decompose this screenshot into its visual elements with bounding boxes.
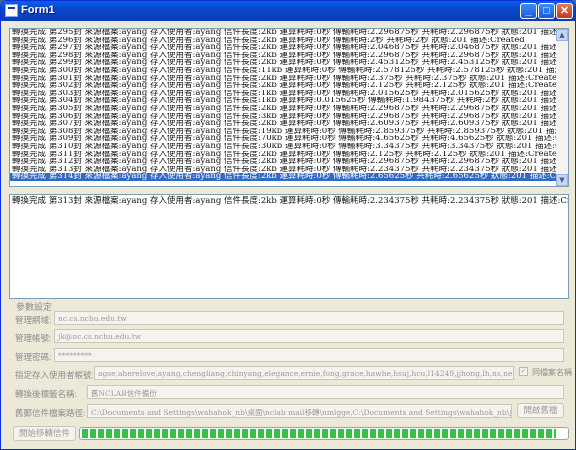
conversion-log-list[interactable]: 轉換完成 第295封 來源檔案:ayang 存入使用者:ayang 信件長度:2…: [9, 28, 569, 187]
log-row[interactable]: 轉換完成 第298封 來源檔案:ayang 存入使用者:ayang 信件長度:2…: [10, 52, 568, 60]
log-row[interactable]: 轉換完成 第310封 來源檔案:ayang 存入使用者:ayang 信件長度:3…: [10, 143, 568, 151]
detail-text-box[interactable]: 轉換完成 第313封 來源檔案:ayang 存入使用者:ayang 信件長度:2…: [9, 194, 569, 299]
log-row[interactable]: 轉換完成 第302封 來源檔案:ayang 存入使用者:ayang 信件長度:2…: [10, 82, 568, 90]
source-path-label: 舊郵信件檔案路徑:: [15, 408, 86, 418]
detail-text: 轉換完成 第313封 來源檔案:ayang 存入使用者:ayang 信件長度:2…: [12, 196, 568, 206]
window-title: Form1: [21, 4, 55, 16]
log-row[interactable]: 轉換完成 第300封 來源檔案:ayang 存入使用者:ayang 信件長度:1…: [10, 67, 568, 75]
close-button[interactable]: ✕: [556, 3, 573, 19]
admin-account-label: 管理帳號:: [15, 333, 52, 343]
target-users-field[interactable]: agse,aherelove,ayang,chengliang,chinyang…: [94, 366, 514, 380]
log-scrollbar[interactable]: ▲ ▼: [556, 29, 568, 186]
app-icon: [5, 4, 18, 17]
converted-folder-field[interactable]: 舊NCLAB信件備份: [87, 385, 564, 399]
same-name-checkbox-label: 同檔案名稱: [532, 368, 572, 377]
log-row[interactable]: 轉換完成 第308封 來源檔案:ayang 存入使用者:ayang 信件長度:1…: [10, 128, 568, 136]
log-row[interactable]: 轉換完成 第306封 來源檔案:ayang 存入使用者:ayang 信件長度:3…: [10, 113, 568, 121]
log-row[interactable]: 轉換完成 第299封 來源檔案:ayang 存入使用者:ayang 信件長度:2…: [10, 59, 568, 67]
log-row[interactable]: 轉換完成 第305封 來源檔案:ayang 存入使用者:ayang 信件長度:2…: [10, 105, 568, 113]
admin-account-field[interactable]: jk@nc.cs.nchu.edu.tw: [54, 329, 564, 343]
admin-password-label: 管理密碼:: [15, 352, 52, 362]
log-row[interactable]: 轉換完成 第313封 來源檔案:ayang 存入使用者:ayang 信件長度:2…: [10, 166, 568, 174]
scroll-up-icon[interactable]: ▲: [556, 29, 568, 41]
scroll-down-icon[interactable]: ▼: [556, 174, 568, 186]
log-row[interactable]: 轉換完成 第301封 來源檔案:ayang 存入使用者:ayang 信件長度:2…: [10, 75, 568, 83]
target-users-label: 指定存入使用者帳號:: [15, 370, 94, 380]
log-row[interactable]: 轉換完成 第311封 來源檔案:ayang 存入使用者:ayang 信件長度:2…: [10, 151, 568, 159]
start-migration-button[interactable]: 開始移轉信件: [13, 426, 76, 441]
admin-url-field[interactable]: nc.cs.nchu.edu.tw: [54, 311, 564, 325]
log-row[interactable]: 轉換完成 第307封 來源檔案:ayang 存入使用者:ayang 信件長度:2…: [10, 120, 568, 128]
log-row[interactable]: 轉換完成 第312封 來源檔案:ayang 存入使用者:ayang 信件長度:2…: [10, 158, 568, 166]
log-row[interactable]: 轉換完成 第303封 來源檔案:ayang 存入使用者:ayang 信件長度:1…: [10, 90, 568, 98]
admin-password-field[interactable]: *********: [54, 348, 564, 362]
title-bar[interactable]: Form1 _ □ ✕: [1, 1, 575, 21]
maximize-button[interactable]: □: [538, 3, 555, 19]
progress-fill: [82, 429, 557, 438]
minimize-button[interactable]: _: [520, 3, 537, 19]
open-file-button[interactable]: 開啟舊檔: [517, 403, 564, 418]
log-row[interactable]: 轉換完成 第304封 來源檔案:ayang 存入使用者:ayang 信件長度:1…: [10, 97, 568, 105]
converted-folder-label: 轉換後標籤名稱:: [15, 389, 77, 399]
log-rows: 轉換完成 第295封 來源檔案:ayang 存入使用者:ayang 信件長度:2…: [10, 29, 568, 181]
log-row[interactable]: 轉換完成 第309封 來源檔案:ayang 存入使用者:ayang 信件長度:7…: [10, 135, 568, 143]
log-row[interactable]: 轉換完成 第297封 來源檔案:ayang 存入使用者:ayang 信件長度:2…: [10, 44, 568, 52]
log-row[interactable]: 轉換完成 第314封 來源檔案:ayang 存入使用者:ayang 信件長度:2…: [10, 173, 568, 181]
main-window: Form1 _ □ ✕ 轉換完成 第295封 來源檔案:ayang 存入使用者:…: [0, 0, 576, 450]
progress-bar: [79, 427, 569, 440]
same-name-checkbox[interactable]: ✓: [519, 367, 528, 376]
log-row[interactable]: 轉換完成 第295封 來源檔案:ayang 存入使用者:ayang 信件長度:2…: [10, 29, 568, 37]
settings-group-label: 參數設定: [16, 302, 53, 312]
source-path-field[interactable]: C:\Documents and Settings\wahahok_nb\桌面\…: [87, 404, 512, 418]
admin-url-label: 管理網域:: [15, 315, 52, 325]
log-row[interactable]: 轉換完成 第296封 來源檔案:ayang 存入使用者:ayang 信件長度:2…: [10, 37, 568, 45]
